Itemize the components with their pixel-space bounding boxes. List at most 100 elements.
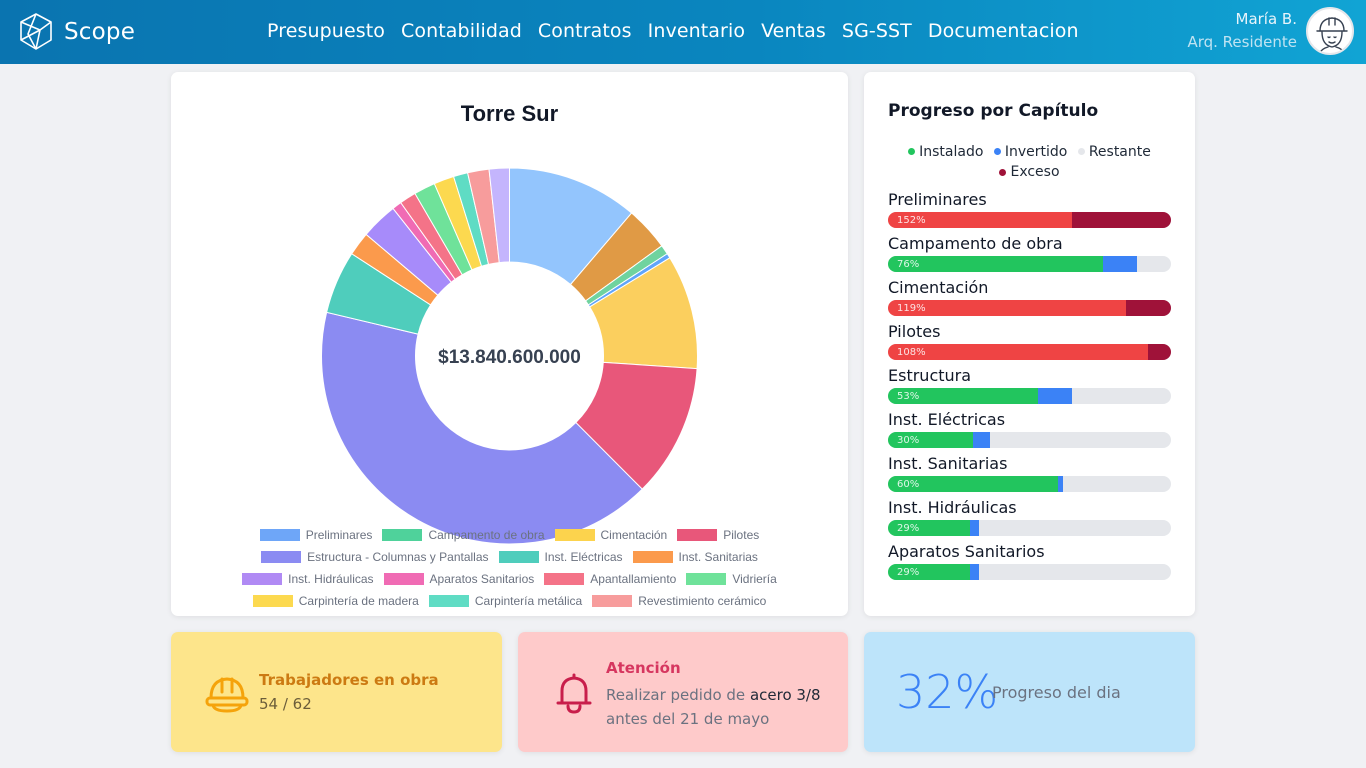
legend-swatch bbox=[592, 595, 633, 607]
legend-swatch bbox=[242, 573, 283, 585]
daily-progress-value: 32% bbox=[896, 665, 999, 719]
chapter-progress-bar: 29% bbox=[888, 520, 1171, 536]
chapter-percent: 152% bbox=[897, 215, 926, 226]
chapter-name: Inst. Sanitarias bbox=[888, 454, 1008, 473]
excess-segment bbox=[1148, 344, 1171, 360]
user-menu[interactable]: María B. Arq. Residente bbox=[1187, 7, 1354, 55]
chapter-row[interactable]: Inst. Hidráulicas 29% bbox=[888, 498, 1171, 536]
legend-item[interactable]: Estructura - Columnas y Pantallas bbox=[261, 550, 489, 564]
legend-swatch bbox=[382, 529, 423, 541]
installed-segment bbox=[888, 256, 1104, 272]
legend-swatch bbox=[259, 529, 300, 541]
chapter-percent: 30% bbox=[897, 435, 920, 446]
chapter-name: Campamento de obra bbox=[888, 234, 1063, 253]
alert-card[interactable]: Atención Realizar pedido de acero 3/8 an… bbox=[518, 632, 848, 752]
chart-title: Torre Sur bbox=[461, 101, 559, 126]
chapter-percent: 60% bbox=[897, 479, 920, 490]
legend-item[interactable]: Carpintería de madera bbox=[252, 594, 419, 608]
chapter-percent: 76% bbox=[897, 259, 920, 270]
legend-item[interactable]: Preliminares bbox=[259, 528, 372, 542]
chapter-row[interactable]: Estructura 53% bbox=[888, 366, 1171, 404]
worker-helmet-avatar-icon[interactable] bbox=[1306, 7, 1354, 55]
scope-logo-icon bbox=[20, 13, 52, 50]
nav-contratos[interactable]: Contratos bbox=[538, 20, 632, 42]
chapter-row[interactable]: Inst. Eléctricas 30% bbox=[888, 410, 1171, 448]
chapter-progress-bar: 30% bbox=[888, 432, 1171, 448]
legend-item[interactable]: Campamento de obra bbox=[382, 528, 545, 542]
legend-item[interactable]: Cimentación bbox=[554, 528, 667, 542]
chapter-name: Pilotes bbox=[888, 322, 941, 341]
daily-progress-card[interactable]: 32% Progreso del dia bbox=[864, 632, 1195, 752]
invested-segment bbox=[1037, 388, 1072, 404]
bell-icon bbox=[556, 673, 592, 714]
progress-title: Progreso por Capítulo bbox=[888, 101, 1099, 121]
nav-inventario[interactable]: Inventario bbox=[648, 20, 745, 42]
chapter-progress-bar: 152% bbox=[888, 212, 1171, 228]
chapter-name: Inst. Eléctricas bbox=[888, 410, 1006, 429]
legend-swatch bbox=[383, 573, 424, 585]
legend-item[interactable]: Apantallamiento bbox=[544, 572, 676, 586]
legend-item[interactable]: Carpintería metálica bbox=[428, 594, 582, 608]
nav-sg-sst[interactable]: SG-SST bbox=[842, 20, 912, 42]
chapter-row[interactable]: Aparatos Sanitarios 29% bbox=[888, 542, 1171, 580]
invested-segment bbox=[970, 520, 979, 536]
chapter-percent: 29% bbox=[897, 523, 920, 534]
main-nav: Presupuesto Contabilidad Contratos Inven… bbox=[267, 20, 1079, 42]
chapter-name: Estructura bbox=[888, 366, 972, 385]
chapter-row[interactable]: Campamento de obra 76% bbox=[888, 234, 1171, 272]
chart-center-total: $13.840.600.000 bbox=[438, 347, 581, 368]
invested-segment bbox=[972, 432, 990, 448]
chapter-progress-bar: 76% bbox=[888, 256, 1171, 272]
workers-title: Trabajadores en obra bbox=[259, 671, 439, 689]
chapter-row[interactable]: Preliminares 152% bbox=[888, 190, 1171, 228]
budget-donut-card: Torre Sur $13.840.600.000 Preliminares C… bbox=[171, 72, 848, 616]
app-name: Scope bbox=[64, 19, 136, 45]
chapter-name: Inst. Hidráulicas bbox=[888, 498, 1017, 517]
legend-installed[interactable]: Instalado bbox=[908, 142, 983, 162]
chapter-row[interactable]: Inst. Sanitarias 60% bbox=[888, 454, 1171, 492]
brand[interactable]: Scope bbox=[18, 12, 135, 52]
chapter-progress-bar: 108% bbox=[888, 344, 1171, 360]
nav-documentacion[interactable]: Documentacion bbox=[928, 20, 1079, 42]
legend-excess[interactable]: Exceso bbox=[999, 162, 1060, 182]
legend-remaining[interactable]: Restante bbox=[1077, 142, 1151, 162]
chart-legend-row-1: Preliminares Campamento de obra Cimentac… bbox=[171, 528, 848, 542]
hard-hat-icon bbox=[205, 677, 249, 713]
chapter-percent: 119% bbox=[897, 303, 926, 314]
legend-item[interactable]: Pilotes bbox=[677, 528, 759, 542]
legend-swatch bbox=[252, 595, 293, 607]
chapter-percent: 108% bbox=[897, 347, 926, 358]
daily-progress-label: Progreso del dia bbox=[992, 683, 1121, 702]
chart-legend-row-3: Inst. Hidráulicas Aparatos Sanitarios Ap… bbox=[171, 572, 848, 586]
legend-item[interactable]: Inst. Sanitarias bbox=[632, 550, 758, 564]
workers-card[interactable]: Trabajadores en obra 54 / 62 bbox=[171, 632, 502, 752]
chapter-row[interactable]: Cimentación 119% bbox=[888, 278, 1171, 316]
legend-item[interactable]: Inst. Hidráulicas bbox=[242, 572, 374, 586]
installed-segment bbox=[888, 344, 1149, 360]
chapter-progress-bar: 60% bbox=[888, 476, 1171, 492]
nav-presupuesto[interactable]: Presupuesto bbox=[267, 20, 385, 42]
chart-legend-row-4: Carpintería de madera Carpintería metáli… bbox=[171, 594, 848, 608]
legend-swatch bbox=[686, 573, 727, 585]
nav-ventas[interactable]: Ventas bbox=[761, 20, 826, 42]
installed-dot-icon bbox=[908, 148, 916, 155]
alert-highlight: acero 3/8 bbox=[749, 686, 821, 704]
chapter-name: Aparatos Sanitarios bbox=[888, 542, 1045, 561]
invested-segment bbox=[970, 564, 979, 580]
legend-item[interactable]: Revestimiento cerámico bbox=[592, 594, 766, 608]
chapter-progress-bar: 53% bbox=[888, 388, 1171, 404]
legend-swatch bbox=[544, 573, 585, 585]
user-role: Arq. Residente bbox=[1187, 33, 1297, 51]
legend-item[interactable]: Aparatos Sanitarios bbox=[383, 572, 534, 586]
nav-contabilidad[interactable]: Contabilidad bbox=[401, 20, 522, 42]
chapter-row[interactable]: Pilotes 108% bbox=[888, 322, 1171, 360]
legend-invested[interactable]: Invertido bbox=[993, 142, 1067, 162]
workers-count: 54 / 62 bbox=[259, 695, 312, 713]
alert-message: Realizar pedido de acero 3/8 antes del 2… bbox=[606, 686, 821, 728]
excess-segment bbox=[1125, 300, 1171, 316]
legend-item[interactable]: Vidriería bbox=[686, 572, 777, 586]
legend-item[interactable]: Inst. Eléctricas bbox=[498, 550, 623, 564]
chapter-name: Cimentación bbox=[888, 278, 989, 297]
chapter-progress-bar: 119% bbox=[888, 300, 1171, 316]
top-navbar: Scope Presupuesto Contabilidad Contratos… bbox=[0, 0, 1366, 64]
